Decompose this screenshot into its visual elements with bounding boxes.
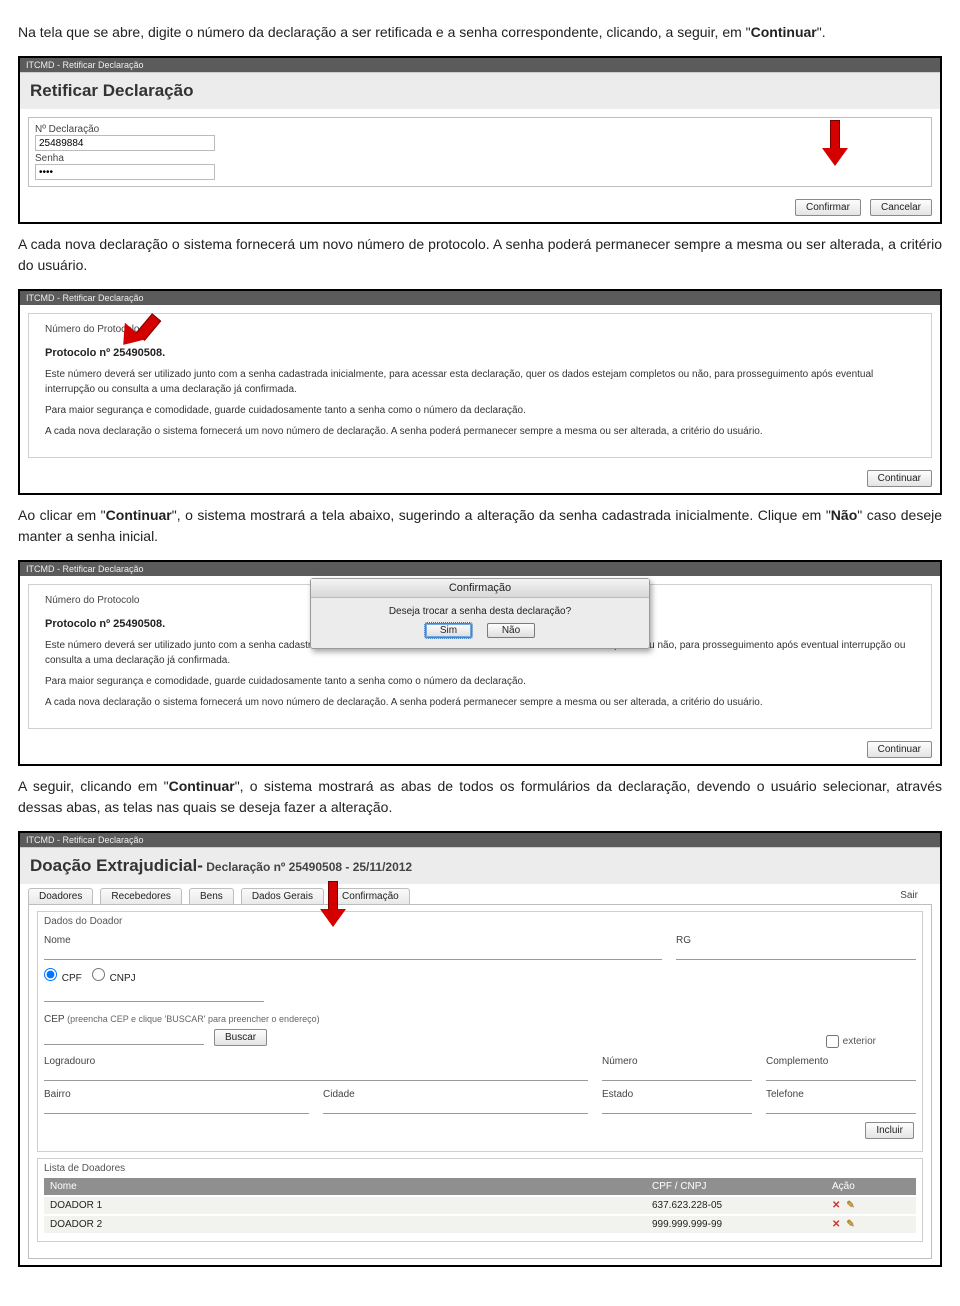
label-rg: RG bbox=[676, 935, 916, 946]
protocolo-text-3: A cada nova declaração o sistema fornece… bbox=[45, 424, 915, 439]
table-row: DOADOR 1637.623.228-05 ✕ ✎ bbox=[44, 1196, 916, 1215]
confirmacao-dialog: Confirmação Deseja trocar a senha desta … bbox=[310, 578, 650, 649]
input-senha[interactable] bbox=[35, 164, 215, 180]
input-numero[interactable] bbox=[602, 1067, 752, 1081]
intro-paragraph-3: Ao clicar em "Continuar", o sistema most… bbox=[18, 505, 942, 546]
tab-sair[interactable]: Sair bbox=[890, 888, 928, 903]
delete-icon[interactable]: ✕ bbox=[832, 1219, 840, 1230]
tab-bar: Doadores Recebedores Bens Dados Gerais C… bbox=[20, 884, 940, 904]
input-cep[interactable] bbox=[44, 1031, 204, 1045]
input-cpf-cnpj[interactable] bbox=[44, 988, 264, 1002]
tab-bens[interactable]: Bens bbox=[189, 888, 234, 904]
continuar-button[interactable]: Continuar bbox=[867, 741, 932, 758]
window-titlebar: ITCMD - Retificar Declaração bbox=[20, 291, 940, 305]
th-nome: Nome bbox=[44, 1178, 646, 1196]
input-bairro[interactable] bbox=[44, 1100, 309, 1114]
label-logradouro: Logradouro bbox=[44, 1056, 588, 1067]
input-cidade[interactable] bbox=[323, 1100, 588, 1114]
label-cidade: Cidade bbox=[323, 1089, 588, 1100]
incluir-button[interactable]: Incluir bbox=[865, 1122, 914, 1139]
radio-cnpj[interactable]: CNPJ bbox=[92, 968, 136, 984]
panel-retificar-form: ITCMD - Retificar Declaração Retificar D… bbox=[18, 56, 942, 224]
intro-paragraph-2: A cada nova declaração o sistema fornece… bbox=[18, 234, 942, 275]
radio-cpf[interactable]: CPF bbox=[44, 968, 82, 984]
confirmar-button[interactable]: Confirmar bbox=[795, 199, 861, 216]
dialog-sim-button[interactable]: Sim bbox=[425, 623, 472, 638]
dialog-title: Confirmação bbox=[311, 579, 649, 598]
group-lista-doadores: Lista de Doadores Nome CPF / CNPJ Ação D… bbox=[37, 1158, 923, 1242]
protocolo-text-2: Para maior segurança e comodidade, guard… bbox=[45, 403, 915, 418]
delete-icon[interactable]: ✕ bbox=[832, 1200, 840, 1211]
th-acao: Ação bbox=[826, 1178, 916, 1196]
protocolo-number: Protocolo nº 25490508. bbox=[45, 345, 915, 362]
intro-paragraph-4: A seguir, clicando em "Continuar", o sis… bbox=[18, 776, 942, 817]
cell-nome: DOADOR 1 bbox=[44, 1196, 646, 1215]
section-heading: Retificar Declaração bbox=[20, 72, 940, 109]
input-num-declaracao[interactable] bbox=[35, 135, 215, 151]
window-titlebar: ITCMD - Retificar Declaração bbox=[20, 562, 940, 576]
edit-icon[interactable]: ✎ bbox=[846, 1219, 854, 1230]
label-complemento: Complemento bbox=[766, 1056, 916, 1067]
label-numero: Número bbox=[602, 1056, 752, 1067]
intro-paragraph-1: Na tela que se abre, digite o número da … bbox=[18, 22, 942, 42]
tab-recebedores[interactable]: Recebedores bbox=[100, 888, 181, 904]
dialog-message: Deseja trocar a senha desta declaração? bbox=[317, 606, 643, 617]
input-rg[interactable] bbox=[676, 946, 916, 960]
tab-doadores[interactable]: Doadores bbox=[28, 888, 93, 904]
checkbox-exterior[interactable]: exterior bbox=[826, 1035, 876, 1048]
input-telefone[interactable] bbox=[766, 1100, 916, 1114]
continuar-button[interactable]: Continuar bbox=[867, 470, 932, 487]
cell-doc: 637.623.228-05 bbox=[646, 1196, 826, 1215]
doadores-table: Nome CPF / CNPJ Ação DOADOR 1637.623.228… bbox=[44, 1178, 916, 1233]
window-titlebar: ITCMD - Retificar Declaração bbox=[20, 58, 940, 72]
panel-protocolo-dialog: ITCMD - Retificar Declaração Número do P… bbox=[18, 560, 942, 767]
cancelar-button[interactable]: Cancelar bbox=[870, 199, 932, 216]
cell-doc: 999.999.999-99 bbox=[646, 1215, 826, 1233]
section-heading: Doação Extrajudicial- Declaração nº 2549… bbox=[20, 847, 940, 884]
label-estado: Estado bbox=[602, 1089, 752, 1100]
cell-nome: DOADOR 2 bbox=[44, 1215, 646, 1233]
dialog-nao-button[interactable]: Não bbox=[487, 623, 535, 638]
protocolo-text-3: A cada nova declaração o sistema fornece… bbox=[45, 695, 915, 710]
group-dados-doador: Dados do Doador Nome RG CPF CNPJ bbox=[37, 911, 923, 1152]
label-nome: Nome bbox=[44, 935, 662, 946]
panel-doacao: ITCMD - Retificar Declaração Doação Extr… bbox=[18, 831, 942, 1267]
input-estado[interactable] bbox=[602, 1100, 752, 1114]
input-nome[interactable] bbox=[44, 946, 662, 960]
input-complemento[interactable] bbox=[766, 1067, 916, 1081]
input-logradouro[interactable] bbox=[44, 1067, 588, 1081]
label-cep: CEP (preencha CEP e clique 'BUSCAR' para… bbox=[44, 1014, 320, 1025]
table-row: DOADOR 2999.999.999-99 ✕ ✎ bbox=[44, 1215, 916, 1233]
label-telefone: Telefone bbox=[766, 1089, 916, 1100]
label-numero-protocolo: Número do Protocolo bbox=[35, 318, 925, 335]
tab-dados-gerais[interactable]: Dados Gerais bbox=[241, 888, 324, 904]
protocolo-text-1: Este número deverá ser utilizado junto c… bbox=[45, 367, 915, 397]
window-titlebar: ITCMD - Retificar Declaração bbox=[20, 833, 940, 847]
buscar-button[interactable]: Buscar bbox=[214, 1029, 267, 1046]
tab-confirmacao[interactable]: Confirmação bbox=[331, 888, 410, 904]
label-num-declaracao: Nº Declaração bbox=[35, 124, 925, 135]
panel-protocolo: ITCMD - Retificar Declaração Número do P… bbox=[18, 289, 942, 496]
label-bairro: Bairro bbox=[44, 1089, 309, 1100]
protocolo-text-2: Para maior segurança e comodidade, guard… bbox=[45, 674, 915, 689]
label-senha: Senha bbox=[35, 153, 925, 164]
edit-icon[interactable]: ✎ bbox=[846, 1200, 854, 1211]
th-cpf: CPF / CNPJ bbox=[646, 1178, 826, 1196]
